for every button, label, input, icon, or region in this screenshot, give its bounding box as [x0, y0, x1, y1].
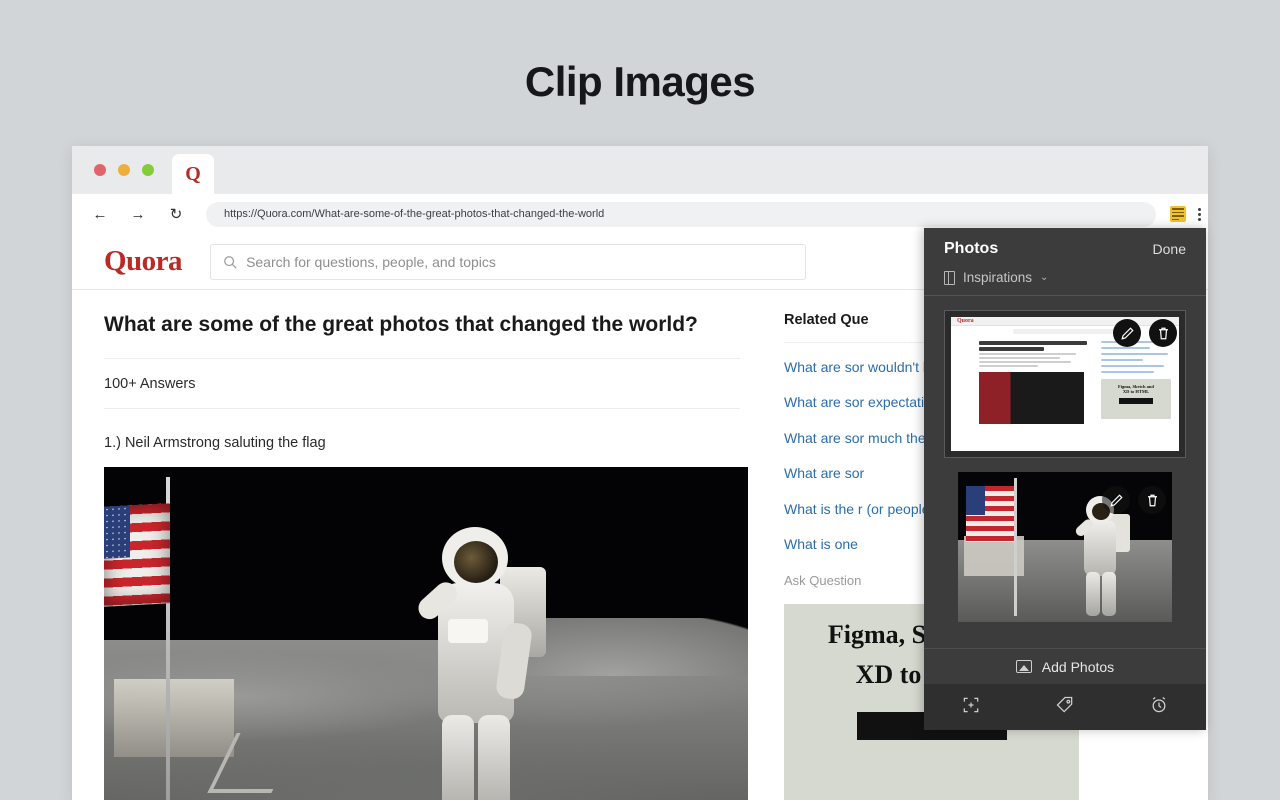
- lunar-module: [114, 679, 234, 757]
- add-photos-button[interactable]: Add Photos: [924, 648, 1206, 684]
- notebook-icon: [944, 271, 955, 285]
- maximize-window-button[interactable]: [142, 164, 154, 176]
- toolbar-extensions: [1170, 206, 1201, 222]
- question-heading: What are some of the great photos that c…: [104, 290, 740, 359]
- delete-photo-button[interactable]: [1149, 319, 1177, 347]
- pencil-icon: [1109, 493, 1124, 508]
- trash-icon: [1156, 326, 1171, 341]
- flag-pole: [166, 477, 170, 800]
- edit-photo-button[interactable]: [1102, 486, 1130, 514]
- search-placeholder: Search for questions, people, and topics: [246, 254, 496, 270]
- page-title: Clip Images: [0, 58, 1280, 106]
- astronaut-figure: [404, 527, 554, 800]
- photo-thumbnail[interactable]: Quora: [944, 310, 1186, 458]
- photos-list[interactable]: Quora: [924, 296, 1206, 648]
- window-controls[interactable]: [94, 164, 154, 176]
- clipper-extension-icon[interactable]: [1170, 206, 1186, 222]
- chevron-down-icon[interactable]: ⌄: [1040, 272, 1048, 283]
- browser-tab-quora[interactable]: Q: [172, 154, 214, 194]
- quora-search-input[interactable]: Search for questions, people, and topics: [210, 244, 806, 280]
- quora-main-column: What are some of the great photos that c…: [72, 290, 772, 800]
- timer-icon[interactable]: [1149, 695, 1169, 720]
- photos-panel-title: Photos: [944, 240, 998, 258]
- minimize-window-button[interactable]: [118, 164, 130, 176]
- quora-favicon-icon: Q: [185, 163, 201, 186]
- answers-count: 100+ Answers: [104, 359, 740, 409]
- collection-selector[interactable]: Inspirations ⌄: [924, 262, 1206, 296]
- search-icon: [223, 255, 237, 269]
- thumbnail-actions[interactable]: [1102, 486, 1166, 514]
- screen-root: Clip Images Q ← → ↻ https://Quora.com/Wh…: [0, 0, 1280, 800]
- back-icon[interactable]: ←: [86, 200, 114, 228]
- collection-name: Inspirations: [963, 270, 1032, 285]
- address-bar-text: https://Quora.com/What-are-some-of-the-g…: [224, 208, 604, 220]
- reload-icon[interactable]: ↻: [162, 200, 190, 228]
- photos-panel-footer: [924, 684, 1206, 730]
- browser-menu-icon[interactable]: [1198, 208, 1201, 221]
- thumbnail-actions[interactable]: [1113, 319, 1177, 347]
- done-button[interactable]: Done: [1153, 241, 1186, 257]
- photo-thumbnail[interactable]: [944, 472, 1186, 622]
- pencil-icon: [1120, 326, 1135, 341]
- add-photos-label: Add Photos: [1042, 659, 1114, 675]
- image-icon: [1016, 660, 1032, 673]
- edit-photo-button[interactable]: [1113, 319, 1141, 347]
- photos-panel-header: Photos Done: [924, 228, 1206, 262]
- answer-caption: 1.) Neil Armstrong saluting the flag: [104, 409, 740, 467]
- tag-icon[interactable]: [1055, 695, 1075, 720]
- browser-titlebar: Q: [72, 146, 1208, 194]
- us-flag: [104, 504, 170, 607]
- trash-icon: [1145, 493, 1160, 508]
- moon-landing-photo: [104, 467, 748, 800]
- forward-icon[interactable]: →: [124, 200, 152, 228]
- address-bar[interactable]: https://Quora.com/What-are-some-of-the-g…: [206, 202, 1156, 227]
- capture-icon[interactable]: [961, 695, 981, 720]
- close-window-button[interactable]: [94, 164, 106, 176]
- quora-logo[interactable]: Quora: [104, 245, 182, 278]
- photos-panel: Photos Done Inspirations ⌄ Quora: [924, 228, 1206, 730]
- delete-photo-button[interactable]: [1138, 486, 1166, 514]
